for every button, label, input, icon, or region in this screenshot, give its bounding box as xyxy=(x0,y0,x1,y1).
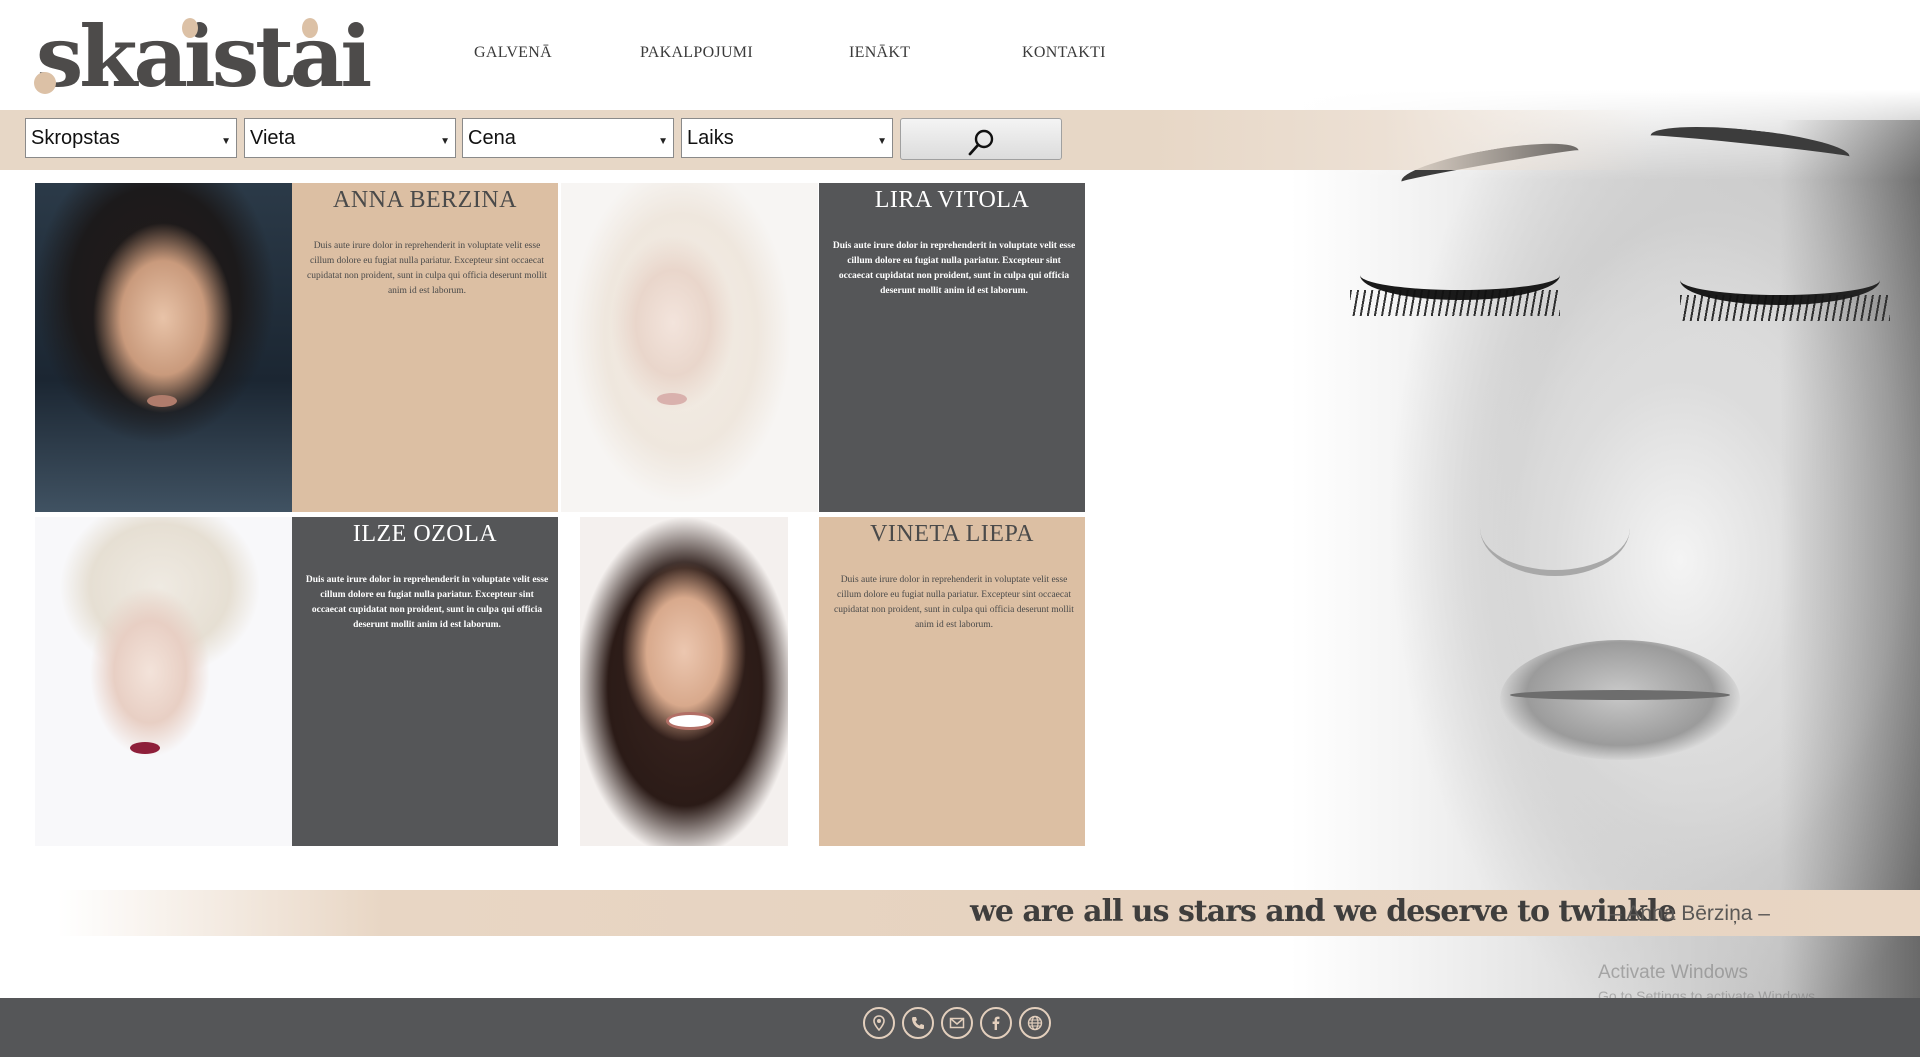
profile-description: Duis aute irure dolor in reprehenderit i… xyxy=(305,575,549,630)
profile-card[interactable]: ILZE OZOLA Duis aute irure dolor in repr… xyxy=(292,517,558,846)
chevron-down-icon: ▼ xyxy=(658,136,668,147)
profile-card[interactable]: VINETA LIEPA Duis aute irure dolor in re… xyxy=(819,517,1085,846)
quote-author: – Anna Bērziņa – xyxy=(1610,902,1770,925)
search-icon xyxy=(968,129,994,156)
nav-galvena[interactable]: GALVENĀ xyxy=(474,44,552,62)
facebook-icon[interactable] xyxy=(980,1007,1012,1039)
profile-photo[interactable] xyxy=(35,183,292,512)
chevron-down-icon: ▼ xyxy=(877,136,887,147)
profile-name: ILZE OZOLA xyxy=(352,521,498,547)
logo-swirl-icon xyxy=(34,72,56,94)
chevron-down-icon: ▼ xyxy=(440,136,450,147)
profile-name: ANNA BERZINA xyxy=(333,187,517,213)
logo-dot-icon xyxy=(182,18,198,38)
logo-text: skaistai xyxy=(36,7,372,106)
nav-ienakt[interactable]: IENĀKT xyxy=(849,44,910,62)
select-service[interactable]: Skropstas ▼ xyxy=(25,118,237,158)
photo-smile xyxy=(666,712,714,730)
nav-kontakti[interactable]: KONTAKTI xyxy=(1022,44,1106,62)
footer xyxy=(0,998,1920,1057)
photo-lips xyxy=(657,393,687,405)
hero-lips xyxy=(1500,640,1740,760)
chevron-down-icon: ▼ xyxy=(221,136,231,147)
profile-card[interactable]: LIRA VITOLA Duis aute irure dolor in rep… xyxy=(819,183,1085,512)
header: skaistai GALVENĀ PAKALPOJUMI IENĀKT KONT… xyxy=(0,0,1290,110)
select-location-value: Vieta xyxy=(250,127,296,149)
select-time[interactable]: Laiks ▼ xyxy=(681,118,893,158)
profile-description: Duis aute irure dolor in reprehenderit i… xyxy=(834,575,1074,630)
photo-lips xyxy=(147,395,177,407)
quote-band: we are all us stars and we deserve to tw… xyxy=(0,890,1920,936)
select-service-value: Skropstas xyxy=(31,127,120,149)
search-button[interactable] xyxy=(900,118,1062,160)
select-price[interactable]: Cena ▼ xyxy=(462,118,674,158)
profile-card[interactable]: ANNA BERZINA Duis aute irure dolor in re… xyxy=(292,183,558,512)
filter-bar: Skropstas ▼ Vieta ▼ Cena ▼ Laiks ▼ xyxy=(0,110,1920,170)
profile-photo[interactable] xyxy=(580,517,788,846)
activation-watermark-title: Activate Windows xyxy=(1598,962,1748,983)
logo-dot-icon xyxy=(302,18,318,38)
profile-name: VINETA LIEPA xyxy=(870,521,1034,547)
quote-text: we are all us stars and we deserve to tw… xyxy=(970,894,1677,929)
profile-description: Duis aute irure dolor in reprehenderit i… xyxy=(832,241,1076,296)
profile-description: Duis aute irure dolor in reprehenderit i… xyxy=(307,241,547,296)
hero-lipline xyxy=(1510,690,1730,700)
profile-photo[interactable] xyxy=(35,517,292,846)
profile-name: LIRA VITOLA xyxy=(874,187,1030,213)
photo-lips xyxy=(130,742,160,754)
nav-pakalpojumi[interactable]: PAKALPOJUMI xyxy=(640,44,753,62)
hero-nose xyxy=(1480,480,1630,576)
select-location[interactable]: Vieta ▼ xyxy=(244,118,456,158)
globe-icon[interactable] xyxy=(1019,1007,1051,1039)
select-time-value: Laiks xyxy=(687,127,734,149)
profile-photo[interactable] xyxy=(561,183,818,512)
hero-shadow xyxy=(1780,120,1920,998)
select-price-value: Cena xyxy=(468,127,516,149)
mail-icon[interactable] xyxy=(941,1007,973,1039)
location-icon[interactable] xyxy=(863,1007,895,1039)
logo[interactable]: skaistai xyxy=(34,12,372,102)
phone-icon[interactable] xyxy=(902,1007,934,1039)
hero-lash-left xyxy=(1350,290,1560,316)
